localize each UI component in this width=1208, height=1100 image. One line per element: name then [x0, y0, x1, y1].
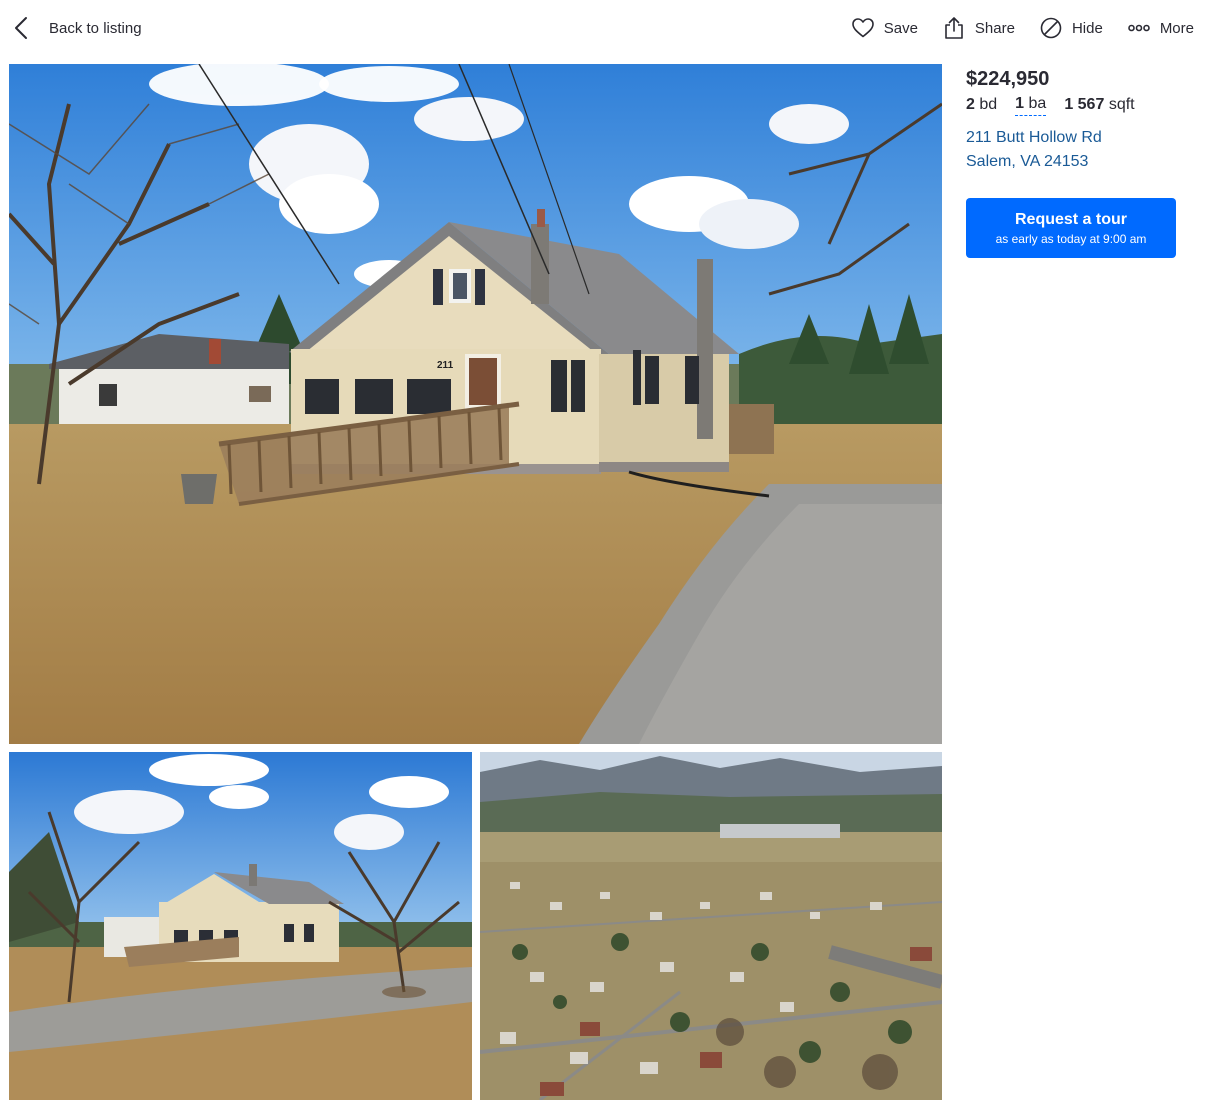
chevron-left-icon — [15, 17, 27, 39]
baths-value: 1 — [1015, 95, 1025, 112]
beds-value: 2 — [966, 96, 975, 113]
share-icon — [945, 17, 963, 39]
more-dots-icon — [1128, 24, 1150, 32]
baths-unit: ba — [1028, 95, 1047, 112]
hide-icon — [1040, 17, 1062, 39]
listing-summary-panel: $224,950 2 bd 1 ba 1 567 sqft 211 Butt H… — [966, 66, 1202, 258]
heart-icon — [851, 18, 874, 38]
request-tour-button[interactable]: Request a tour as early as today at 9:00… — [966, 198, 1176, 258]
address-line-1: 211 Butt Hollow Rd — [966, 129, 1102, 146]
back-label: Back to listing — [49, 19, 142, 37]
beds-unit: bd — [979, 96, 998, 113]
sqft-value: 1 567 — [1064, 96, 1105, 113]
back-to-listing-link[interactable]: Back to listing — [12, 14, 142, 42]
request-tour-sublabel: as early as today at 9:00 am — [995, 231, 1147, 246]
save-button[interactable]: Save — [851, 16, 918, 40]
listing-facts: 2 bd 1 ba 1 567 sqft — [966, 94, 1202, 116]
main-photo[interactable]: 211 — [9, 64, 942, 744]
save-label: Save — [883, 19, 918, 37]
hide-label: Hide — [1071, 19, 1103, 37]
request-tour-label: Request a tour — [1014, 210, 1127, 228]
house-front-image: 211 — [9, 64, 942, 744]
hide-button[interactable]: Hide — [1039, 16, 1103, 40]
more-label: More — [1159, 19, 1194, 37]
sqft-unit: sqft — [1108, 96, 1135, 113]
photo-yard-view[interactable] — [9, 752, 472, 1100]
share-button[interactable]: Share — [942, 16, 1015, 40]
beds-fact: 2 bd — [966, 94, 997, 116]
photo-aerial-view[interactable] — [480, 752, 942, 1100]
aerial-neighborhood-image — [480, 752, 942, 1100]
address-line-2: Salem, VA 24153 — [966, 153, 1089, 170]
baths-fact[interactable]: 1 ba — [1015, 94, 1047, 116]
house-yard-image — [9, 752, 472, 1100]
listing-address[interactable]: 211 Butt Hollow Rd Salem, VA 24153 — [966, 126, 1202, 174]
action-bar: Save Share Hide More — [827, 14, 1194, 42]
listing-price: $224,950 — [966, 68, 1050, 90]
svg-text:211: 211 — [437, 360, 454, 371]
sqft-fact: 1 567 sqft — [1064, 94, 1134, 116]
top-bar: Back to listing Save Share Hide More — [0, 0, 1208, 56]
share-label: Share — [974, 19, 1015, 37]
more-button[interactable]: More — [1127, 16, 1194, 40]
